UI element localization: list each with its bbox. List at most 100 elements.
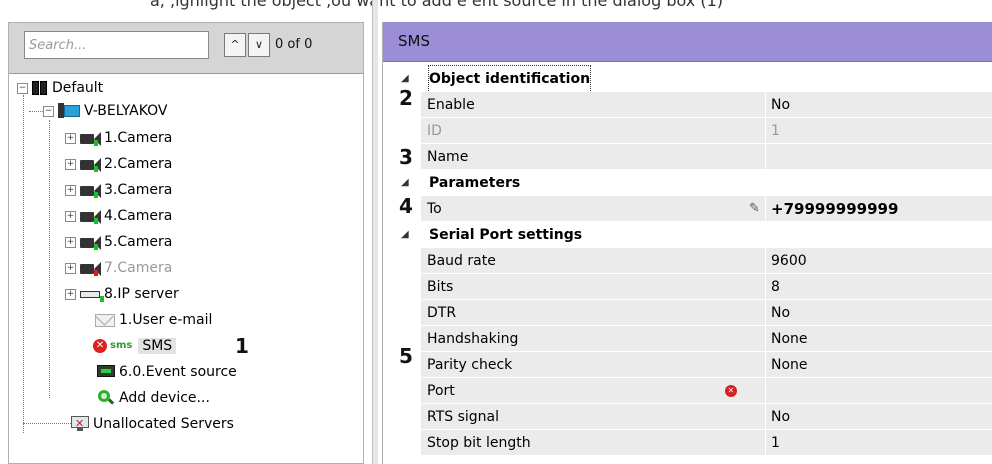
section-object-identification[interactable]: ◢ Object identification bbox=[383, 65, 992, 93]
tree-item-camera-disabled[interactable]: +7.Camera bbox=[65, 258, 172, 278]
property-row-name[interactable]: Name bbox=[383, 144, 992, 170]
top-cut-caption-text: a, ,ighlight the object ,ou want to add … bbox=[150, 0, 723, 10]
property-name: ID bbox=[427, 123, 442, 139]
unallocated-servers-icon bbox=[71, 414, 91, 434]
tree-item-label: 3.Camera bbox=[104, 182, 173, 198]
tree-item-ip-server[interactable]: +8.IP server bbox=[65, 284, 179, 304]
property-row-stop-bit-length[interactable]: Stop bit length 1 bbox=[383, 430, 992, 456]
ip-server-icon bbox=[80, 289, 104, 302]
tree-item-camera[interactable]: +3.Camera bbox=[65, 180, 172, 200]
property-value: 1 bbox=[771, 123, 780, 139]
panel-splitter[interactable] bbox=[372, 0, 378, 464]
tree-item-default[interactable]: − Default bbox=[17, 78, 103, 98]
property-value[interactable]: No bbox=[771, 92, 790, 118]
section-label: Object identification bbox=[427, 65, 592, 93]
property-row-enable[interactable]: Enable No bbox=[383, 92, 992, 118]
property-row-dtr[interactable]: DTR No bbox=[383, 300, 992, 326]
tree-item-camera[interactable]: +5.Camera bbox=[65, 232, 172, 252]
property-name: DTR bbox=[427, 305, 457, 321]
expand-icon[interactable]: + bbox=[65, 288, 76, 300]
property-row-port[interactable]: Port ✕ bbox=[383, 378, 992, 404]
callout-1: 1 bbox=[235, 334, 249, 358]
section-label: Parameters bbox=[429, 175, 521, 191]
property-row-handshaking[interactable]: Handshaking None bbox=[383, 326, 992, 352]
search-previous-button[interactable]: ^ bbox=[224, 33, 246, 57]
expand-icon[interactable]: + bbox=[65, 184, 76, 196]
property-name: Port bbox=[427, 383, 455, 399]
tree-item-label: Unallocated Servers bbox=[93, 416, 234, 432]
server-icon bbox=[58, 103, 82, 119]
property-name: Stop bit length bbox=[427, 435, 531, 451]
property-name: Name bbox=[427, 149, 469, 165]
camera-icon bbox=[80, 209, 102, 224]
event-source-icon bbox=[97, 364, 117, 380]
collapse-icon[interactable]: − bbox=[43, 105, 54, 117]
property-value[interactable]: No bbox=[771, 404, 790, 430]
property-row-rts-signal[interactable]: RTS signal No bbox=[383, 404, 992, 430]
camera-icon bbox=[80, 235, 102, 250]
property-name: Baud rate bbox=[427, 253, 496, 269]
tree-item-email[interactable]: 1.User e-mail bbox=[95, 310, 212, 330]
property-row-parity-check[interactable]: Parity check None bbox=[383, 352, 992, 378]
expand-icon[interactable]: + bbox=[65, 132, 76, 144]
collapse-triangle-icon[interactable]: ◢ bbox=[401, 170, 409, 196]
tree-item-label: 7.Camera bbox=[104, 260, 173, 276]
tree-connector bbox=[23, 423, 71, 424]
error-icon: ✕ bbox=[93, 339, 107, 353]
tree-item-server[interactable]: − V-BELYAKOV bbox=[43, 101, 168, 121]
property-value[interactable]: No bbox=[771, 300, 790, 326]
tree-item-add-device[interactable]: Add device... bbox=[97, 388, 210, 408]
tree-item-unallocated[interactable]: Unallocated Servers bbox=[71, 414, 234, 434]
panel-title: SMS bbox=[398, 32, 430, 50]
tree-item-label: V-BELYAKOV bbox=[84, 103, 168, 119]
section-label: Serial Port settings bbox=[429, 227, 583, 243]
section-serial-port-settings[interactable]: ◢ Serial Port settings bbox=[383, 222, 992, 248]
search-next-button[interactable]: ∨ bbox=[248, 33, 270, 57]
expand-icon[interactable]: + bbox=[65, 236, 76, 248]
search-input[interactable] bbox=[24, 31, 209, 59]
expand-icon[interactable]: + bbox=[65, 262, 76, 274]
tree-connector bbox=[49, 120, 50, 398]
property-value[interactable]: +79999999999 bbox=[771, 196, 898, 222]
tree-item-label: 6.0.Event source bbox=[119, 364, 237, 380]
expand-icon[interactable]: + bbox=[65, 210, 76, 222]
tree-item-label: 1.User e-mail bbox=[119, 312, 213, 328]
error-icon: ✕ bbox=[725, 385, 737, 397]
property-name: Bits bbox=[427, 279, 454, 295]
camera-icon bbox=[80, 261, 102, 276]
collapse-icon[interactable]: − bbox=[17, 82, 28, 94]
tree-item-event-source[interactable]: 6.0.Event source bbox=[97, 362, 237, 382]
tree-item-sms[interactable]: ✕ sms SMS bbox=[93, 336, 177, 356]
camera-icon bbox=[80, 183, 102, 198]
add-device-icon bbox=[97, 390, 117, 406]
top-cut-caption: a, ,ighlight the object ,ou want to add … bbox=[0, 0, 992, 14]
device-tree-panel: ^ ∨ 0 of 0 − Default − V-BELYAKOV +1.Camer… bbox=[8, 22, 364, 464]
property-row-bits[interactable]: Bits 8 bbox=[383, 274, 992, 300]
collapse-triangle-icon[interactable]: ◢ bbox=[401, 222, 409, 248]
tree-item-camera[interactable]: +2.Camera bbox=[65, 154, 172, 174]
tree-item-label: SMS bbox=[138, 338, 177, 354]
tree-connector bbox=[29, 111, 43, 112]
tree-item-label: Add device... bbox=[119, 390, 210, 406]
tree-item-camera[interactable]: +1.Camera bbox=[65, 128, 172, 148]
section-parameters[interactable]: ◢ Parameters bbox=[383, 170, 992, 196]
property-value[interactable]: None bbox=[771, 326, 808, 352]
default-group-icon bbox=[32, 80, 50, 96]
tree-item-label: 8.IP server bbox=[104, 286, 179, 302]
tree-item-label: 5.Camera bbox=[104, 234, 173, 250]
property-value[interactable]: 1 bbox=[771, 430, 780, 456]
property-value[interactable]: 9600 bbox=[771, 248, 807, 274]
property-row-id[interactable]: ID 1 bbox=[383, 118, 992, 144]
tree-item-camera[interactable]: +4.Camera bbox=[65, 206, 172, 226]
sms-tag: sms bbox=[110, 340, 133, 351]
property-name: To bbox=[427, 201, 442, 217]
expand-icon[interactable]: + bbox=[65, 158, 76, 170]
property-value[interactable]: None bbox=[771, 352, 808, 378]
property-row-to[interactable]: To ✎ +79999999999 bbox=[383, 196, 992, 222]
email-icon bbox=[95, 313, 117, 327]
property-row-baud-rate[interactable]: Baud rate 9600 bbox=[383, 248, 992, 274]
pencil-icon[interactable]: ✎ bbox=[749, 196, 760, 222]
property-value[interactable]: 8 bbox=[771, 274, 780, 300]
panel-header: SMS bbox=[383, 22, 992, 62]
property-name: Enable bbox=[427, 97, 475, 113]
